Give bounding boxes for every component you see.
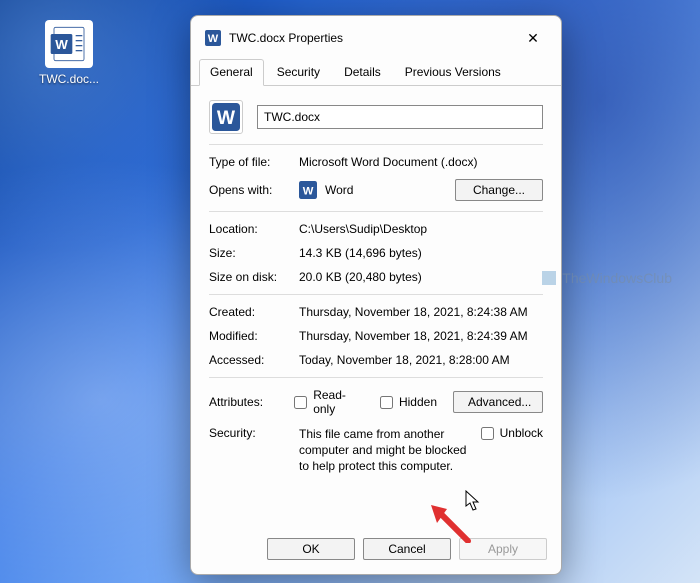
svg-text:W: W [55,37,68,52]
tab-strip: General Security Details Previous Versio… [191,58,561,86]
titlebar: W TWC.docx Properties ✕ [191,16,561,58]
cancel-button[interactable]: Cancel [363,538,451,560]
location-label: Location: [209,222,299,236]
close-button[interactable]: ✕ [515,24,551,52]
opens-with-value: Word [325,183,353,197]
tab-previous-versions[interactable]: Previous Versions [394,59,512,86]
ok-button[interactable]: OK [267,538,355,560]
attributes-label: Attributes: [209,395,294,409]
type-value: Microsoft Word Document (.docx) [299,155,543,169]
location-value: C:\Users\Sudip\Desktop [299,222,543,236]
desktop-file-label: TWC.doc... [30,72,108,86]
word-icon: W [205,30,221,46]
modified-label: Modified: [209,329,299,343]
change-button[interactable]: Change... [455,179,543,201]
filename-input[interactable] [257,105,543,129]
dialog-footer: OK Cancel Apply [191,528,561,574]
readonly-checkbox[interactable]: Read-only [294,388,364,416]
tab-security[interactable]: Security [266,59,331,86]
tab-content: W Type of file: Microsoft Word Document … [191,86,561,528]
word-icon: W [299,181,317,199]
apply-button: Apply [459,538,547,560]
dialog-title: TWC.docx Properties [229,31,515,45]
svg-text:W: W [303,186,314,198]
file-type-icon: W [209,100,243,134]
size-on-disk-label: Size on disk: [209,270,299,284]
unblock-checkbox[interactable]: Unblock [481,426,543,440]
tab-details[interactable]: Details [333,59,392,86]
word-file-icon: W [45,20,93,68]
svg-text:W: W [208,33,219,45]
desktop-file-icon[interactable]: W TWC.doc... [30,20,108,86]
watermark: TheWindowsClub [542,270,672,286]
created-value: Thursday, November 18, 2021, 8:24:38 AM [299,305,543,319]
advanced-button[interactable]: Advanced... [453,391,543,413]
svg-text:W: W [217,108,236,129]
properties-dialog: W TWC.docx Properties ✕ General Security… [190,15,562,575]
created-label: Created: [209,305,299,319]
security-label: Security: [209,426,299,440]
accessed-value: Today, November 18, 2021, 8:28:00 AM [299,353,543,367]
type-label: Type of file: [209,155,299,169]
modified-value: Thursday, November 18, 2021, 8:24:39 AM [299,329,543,343]
size-on-disk-value: 20.0 KB (20,480 bytes) [299,270,543,284]
size-label: Size: [209,246,299,260]
opens-with-label: Opens with: [209,183,299,197]
accessed-label: Accessed: [209,353,299,367]
size-value: 14.3 KB (14,696 bytes) [299,246,543,260]
hidden-checkbox[interactable]: Hidden [380,395,437,409]
security-text: This file came from another computer and… [299,426,469,475]
tab-general[interactable]: General [199,59,264,86]
